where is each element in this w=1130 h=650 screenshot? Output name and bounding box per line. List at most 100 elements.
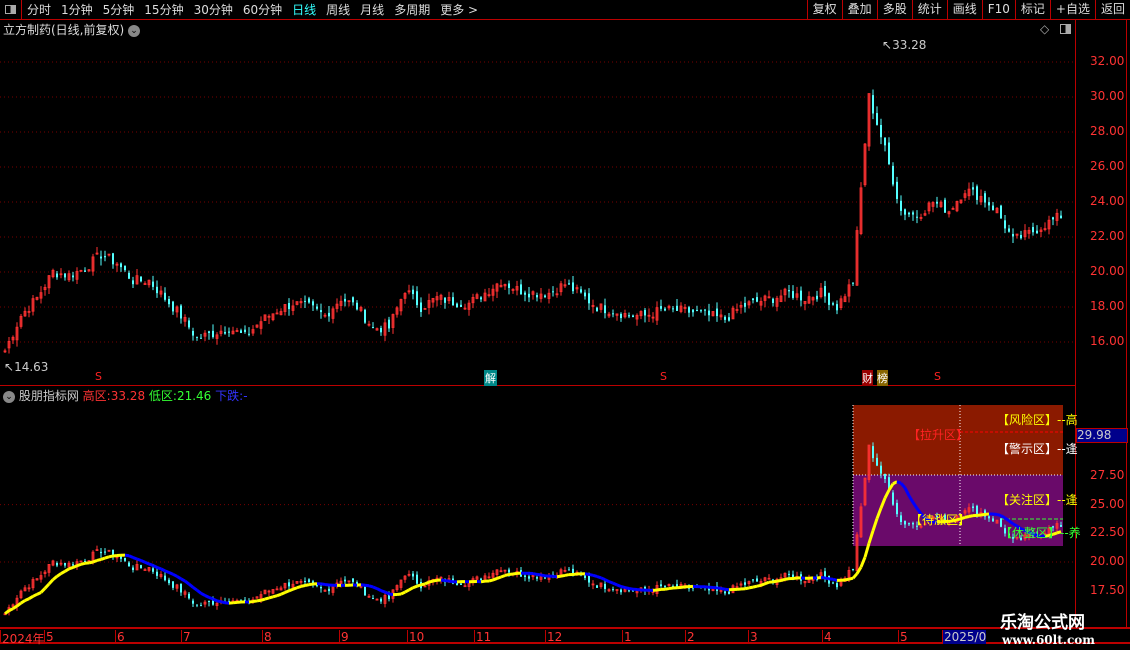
ma-line-segment: [288, 587, 294, 593]
time-tick-label: 3: [748, 630, 758, 644]
ranking-marker[interactable]: 榜: [877, 370, 888, 386]
ma-line-segment: [308, 582, 314, 587]
candle-body: [208, 331, 210, 333]
ma-line-segment: [624, 586, 630, 590]
y-tick-label: 26.00: [1090, 159, 1125, 173]
candle-body: [772, 298, 774, 303]
ma-line-segment: [612, 581, 618, 587]
ma-line-segment: [760, 582, 766, 587]
y-tick-label: 28.00: [1090, 124, 1125, 138]
y-tick-label: 20.00: [1090, 554, 1125, 569]
ma-line-segment: [752, 584, 758, 589]
candle-body: [588, 293, 590, 304]
ma-line-segment: [184, 579, 190, 586]
ma-line-segment: [996, 513, 1002, 518]
ma-line-segment: [180, 577, 186, 583]
candle-body: [660, 584, 662, 587]
watch-zone-label: 【关注区】--逢: [997, 493, 1078, 507]
finance-marker[interactable]: 财: [862, 370, 873, 386]
ma-line-segment: [704, 585, 710, 589]
candle-body: [100, 256, 102, 259]
candle-body: [1004, 220, 1006, 229]
candle-body: [728, 591, 730, 594]
ma-line-segment: [716, 586, 722, 590]
candle-body: [904, 209, 906, 215]
ma-line-segment: [380, 589, 386, 594]
candle-body: [752, 298, 754, 301]
candle-body: [444, 297, 446, 303]
ma-line-segment: [556, 574, 562, 579]
ma-line-segment: [680, 585, 686, 589]
candle-body: [688, 307, 690, 313]
candle-body: [884, 473, 886, 480]
candle-body: [744, 582, 746, 585]
candle-body: [664, 308, 666, 311]
candle-body: [156, 286, 158, 294]
candle-body: [724, 316, 726, 320]
candle-body: [172, 581, 174, 588]
candle-body: [164, 575, 166, 581]
candle-body: [896, 502, 898, 515]
candle-body: [664, 586, 666, 588]
ma-line-segment: [668, 586, 674, 591]
candle-body: [140, 565, 142, 569]
signal-marker[interactable]: S: [660, 370, 667, 383]
candle-body: [460, 304, 462, 308]
ma-line-segment: [724, 587, 730, 592]
candle-body: [188, 593, 190, 599]
pull-zone-label: 【拉升区】: [908, 428, 969, 442]
ma-line-segment: [859, 556, 867, 568]
candle-body: [212, 330, 214, 338]
candle-body: [992, 205, 994, 211]
candle-body: [572, 282, 574, 292]
ma-line-segment: [396, 592, 402, 597]
candlestick-chart: [0, 61, 1075, 616]
ma-line-segment: [608, 580, 614, 585]
signal-marker[interactable]: S: [95, 370, 102, 383]
candle-body: [628, 590, 630, 592]
ma-line-segment: [844, 577, 850, 582]
candle-body: [832, 303, 834, 305]
candle-body: [124, 557, 126, 561]
candle-body: [800, 290, 802, 301]
ma-line-segment: [20, 599, 26, 605]
candle-body: [288, 303, 290, 310]
y-tick-label: 25.00: [1090, 496, 1125, 511]
ma-line-segment: [220, 600, 226, 605]
warn-zone-label: 【警示区】--逢: [997, 442, 1078, 456]
candle-body: [972, 506, 974, 508]
chevron-down-icon[interactable]: ⌄: [3, 390, 15, 403]
time-tick-label: 12: [545, 630, 563, 644]
candle-body: [752, 579, 754, 581]
signal-marker[interactable]: S: [934, 370, 941, 383]
candle-body: [100, 551, 102, 554]
rest-zone-label: 【休整区】--养: [1000, 526, 1081, 540]
ma-line-segment: [540, 573, 546, 578]
y-tick-label: 18.00: [1090, 299, 1125, 313]
ma-line-segment: [600, 576, 606, 582]
candle-body: [228, 331, 230, 333]
ma-line-segment: [440, 578, 446, 583]
ma-line-segment: [848, 576, 854, 581]
unlock-marker[interactable]: 解: [484, 370, 497, 386]
candle-body: [992, 518, 994, 522]
ma-line-segment: [420, 582, 426, 587]
candle-body: [308, 298, 310, 303]
candle-body: [596, 585, 598, 588]
candle-body: [508, 283, 510, 288]
candle-body: [944, 199, 946, 213]
candle-body: [304, 300, 306, 302]
y-tick-label: 17.50: [1090, 582, 1125, 597]
candle-body: [412, 573, 414, 577]
candle-body: [200, 337, 202, 339]
candle-body: [72, 564, 74, 566]
candle-body: [312, 301, 314, 306]
ma-line-segment: [980, 512, 986, 517]
ma-line-segment: [68, 566, 74, 571]
candle-body: [788, 290, 790, 292]
candle-body: [244, 329, 246, 332]
time-tick-label: 1: [622, 630, 632, 644]
candle-body: [900, 515, 902, 522]
ma-line-segment: [304, 583, 310, 587]
risk-zone-label: 【风险区】--高: [997, 413, 1078, 427]
